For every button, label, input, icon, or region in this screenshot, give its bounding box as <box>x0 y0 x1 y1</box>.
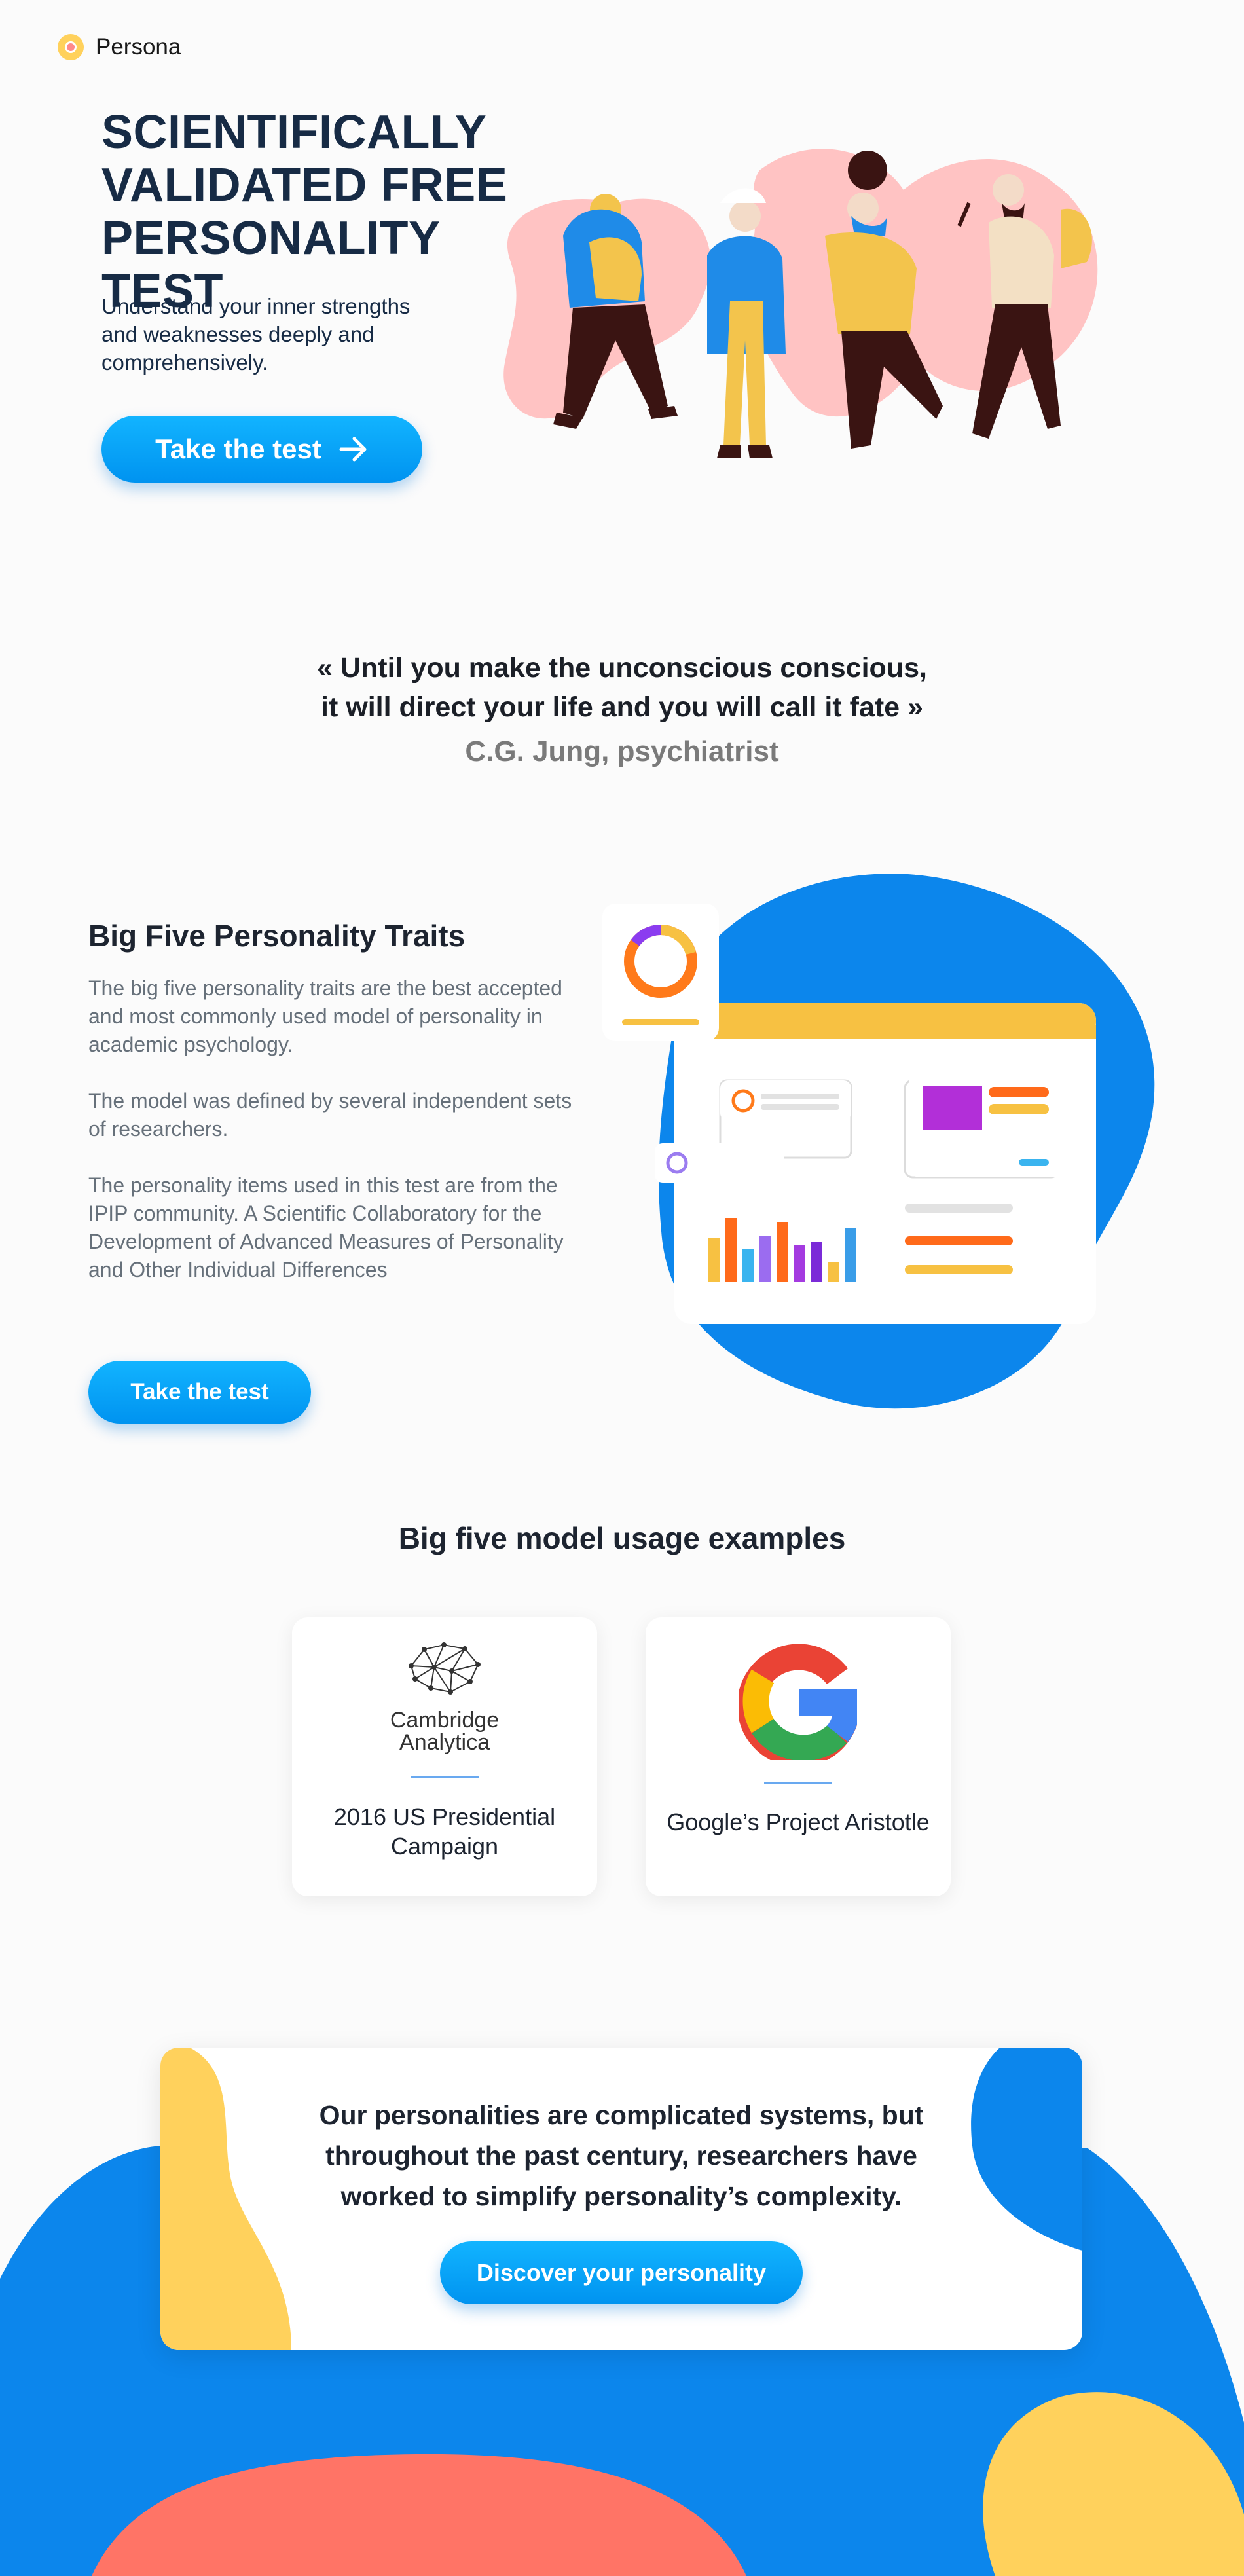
cambridge-analytica-logo-text: Cambridge Analytica <box>390 1708 500 1755</box>
usage-card-label: 2016 US Presidential Campaign <box>333 1803 556 1860</box>
quote-line-2: it will direct your life and you will ca… <box>321 691 923 723</box>
big-five-paragraph-3: The personality items used in this test … <box>88 1173 564 1281</box>
arrow-right-icon <box>339 437 367 462</box>
logo-text: Persona <box>96 34 181 60</box>
take-test-button[interactable]: Take the test <box>101 416 422 483</box>
discover-personality-button[interactable]: Discover your personality <box>440 2241 803 2304</box>
take-test-button-secondary[interactable]: Take the test <box>88 1361 311 1424</box>
take-test-button-label: Take the test <box>130 1379 269 1405</box>
logo[interactable]: Persona <box>58 34 181 60</box>
hero-illustration <box>503 149 1098 458</box>
big-five-title: Big Five Personality Traits <box>88 919 466 953</box>
usage-card-label: Google’s Project Aristotle <box>667 1809 930 1835</box>
logo-icon <box>58 34 84 60</box>
cta-text: Our personalities are complicated system… <box>319 2100 924 2211</box>
card-divider <box>411 1776 479 1778</box>
google-logo-icon <box>739 1644 857 1760</box>
cta-card: Our personalities are complicated system… <box>160 2048 1082 2350</box>
card-divider <box>764 1782 832 1784</box>
big-five-paragraph-1: The big five personality traits are the … <box>88 976 562 1056</box>
usage-card-cambridge: Cambridge Analytica 2016 US Presidential… <box>292 1617 597 1896</box>
usage-title: Big five model usage examples <box>398 1521 846 1555</box>
big-five-paragraph-2: The model was defined by several indepen… <box>88 1089 572 1141</box>
quote-author: C.G. Jung, psychiatrist <box>465 735 779 767</box>
usage-card-google: Google’s Project Aristotle <box>646 1617 951 1896</box>
discover-personality-button-label: Discover your personality <box>476 2259 767 2286</box>
brain-network-icon <box>409 1642 481 1695</box>
take-test-button-label: Take the test <box>155 433 321 464</box>
quote-line-1: « Until you make the unconscious conscio… <box>317 652 927 684</box>
hero-subtitle: Understand your inner strengths and weak… <box>101 294 411 375</box>
dashboard-illustration <box>602 874 1155 1409</box>
